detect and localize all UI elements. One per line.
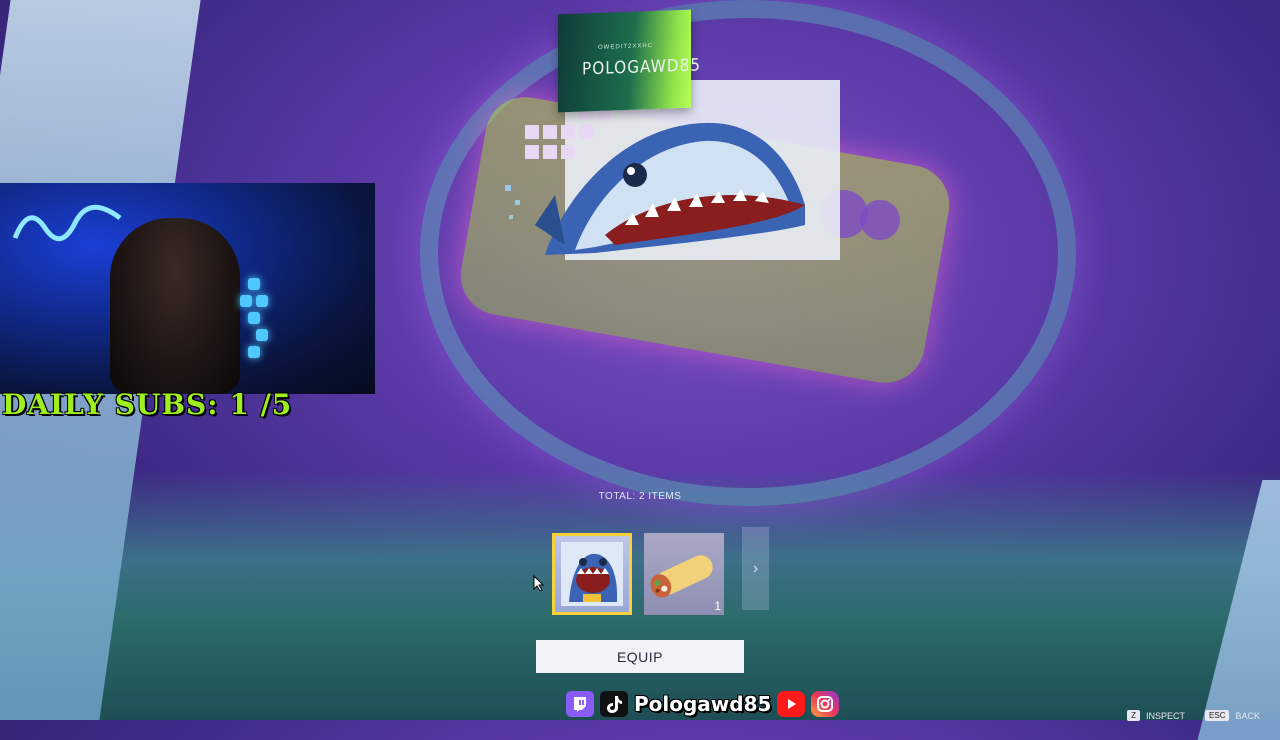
- burrito-icon: [650, 555, 713, 598]
- hex-light-decoration: [248, 278, 260, 290]
- instagram-icon: [811, 691, 840, 717]
- inspect-label: INSPECT: [1146, 710, 1186, 721]
- total-items-label: TOTAL: 2 ITEMS: [598, 491, 682, 502]
- player-nameplate: OWEDIT2XXHC POLOGAWD85: [558, 9, 701, 113]
- hex-light-decoration: [256, 295, 268, 307]
- shark-spray-icon: [561, 542, 623, 606]
- neon-dot-decoration: [860, 200, 900, 240]
- neon-squiggle-decoration: [12, 204, 122, 242]
- youtube-icon: [777, 691, 806, 717]
- hex-light-decoration: [240, 295, 252, 307]
- webcam-overlay: [0, 183, 375, 394]
- next-page-button[interactable]: ›: [742, 527, 769, 610]
- daily-subs-counter: DAILY SUBS: 1 /5: [2, 388, 293, 421]
- inspect-hint[interactable]: Z INSPECT: [1127, 710, 1185, 721]
- floor-background: [0, 470, 1280, 720]
- hex-light-decoration: [256, 329, 268, 341]
- nameplate-subtitle: OWEDIT2XXHC: [598, 43, 654, 51]
- back-key: ESC: [1205, 710, 1230, 721]
- inspect-key: Z: [1127, 710, 1141, 721]
- back-label: BACK: [1235, 710, 1260, 721]
- twitch-icon: [566, 691, 594, 717]
- hex-light-decoration: [248, 346, 260, 358]
- tiktok-icon: [600, 691, 628, 717]
- mouse-cursor-icon: [533, 575, 545, 591]
- socials-bar: Pologawd85: [566, 689, 840, 719]
- control-hints: Z INSPECT ESC BACK: [1127, 710, 1260, 721]
- hex-light-decoration: [248, 312, 260, 324]
- chevron-right-icon: ›: [752, 559, 759, 577]
- streamer-figure: [110, 218, 240, 394]
- item-slot-burrito[interactable]: 1: [644, 533, 724, 615]
- item-slot-shark-spray[interactable]: [552, 533, 632, 615]
- equip-button[interactable]: EQUIP: [536, 640, 744, 673]
- item-count: 1: [714, 599, 721, 613]
- back-hint[interactable]: ESC BACK: [1205, 710, 1260, 721]
- nameplate-player-name: POLOGAWD85: [582, 55, 701, 80]
- social-handle: Pologawd85: [634, 692, 772, 716]
